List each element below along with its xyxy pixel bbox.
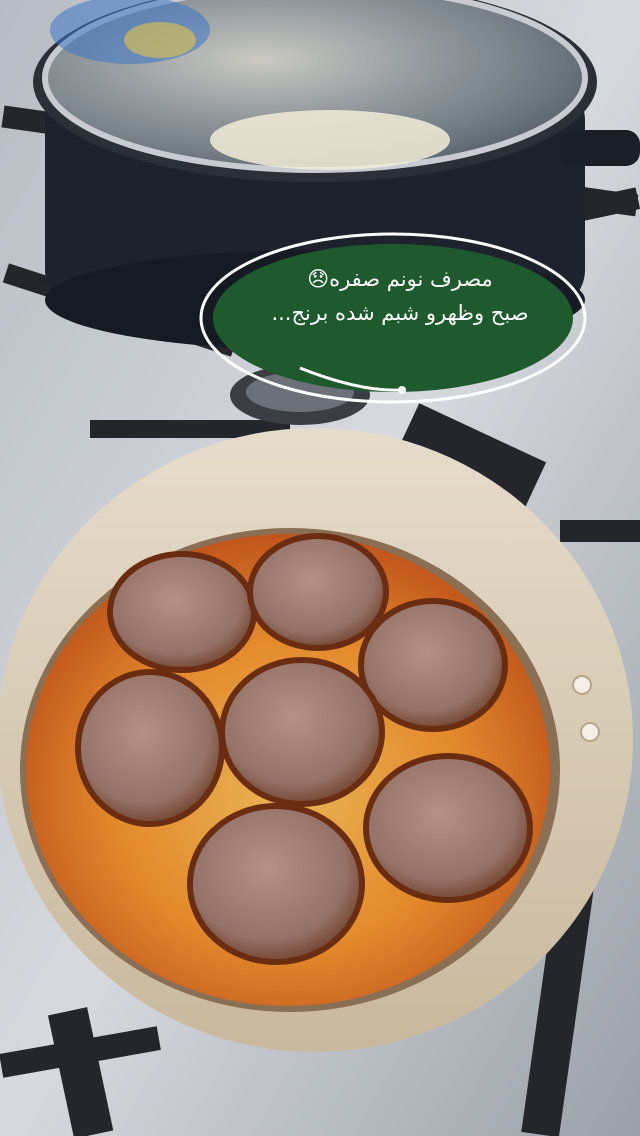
patty — [187, 803, 365, 965]
patty — [219, 657, 385, 807]
patty — [363, 753, 533, 903]
patty — [358, 598, 508, 732]
caption-line-1: مصرف نونم صفره😞 — [307, 267, 493, 291]
patty — [107, 551, 257, 673]
caption-line-2: صبح وظهرو شبم شده برنج... — [271, 301, 529, 325]
patty — [247, 533, 389, 651]
patty — [75, 669, 225, 827]
cooking-photo — [0, 0, 640, 1136]
speech-bubble-text: مصرف نونم صفره😞 صبح وظهرو شبم شده برنج..… — [222, 262, 578, 330]
